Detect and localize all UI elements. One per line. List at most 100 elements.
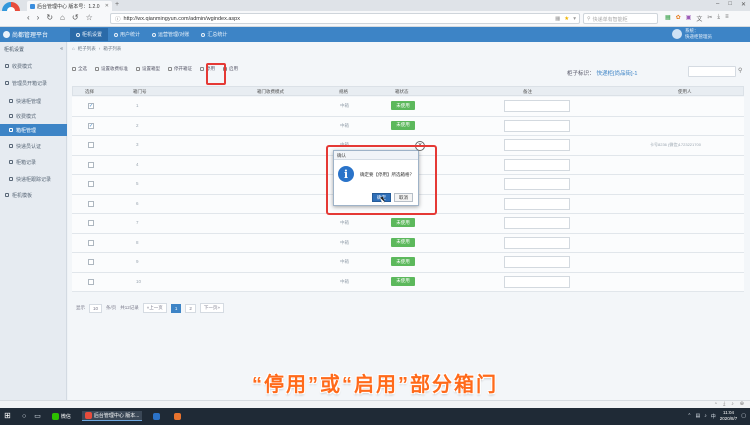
sidebar-item-tracking-records[interactable]: 快递柜跟踪记录 — [0, 173, 67, 185]
row-checkbox[interactable]: ✓ — [88, 122, 94, 129]
apps-grid-icon[interactable]: ▦ — [665, 14, 671, 23]
sidebar-header[interactable]: 柜机设置 « — [0, 44, 67, 54]
remark-input[interactable] — [504, 236, 570, 249]
remark-input[interactable] — [504, 119, 570, 132]
status-speed-icon[interactable]: ◔ — [714, 401, 717, 407]
taskbar-app-wechat[interactable]: 微信 — [49, 412, 74, 421]
sidebar-item-admin-open-log[interactable]: 管理员开箱记录 — [0, 77, 67, 89]
reload-icon[interactable]: ↻ — [46, 13, 53, 22]
menu-icon[interactable]: ≡ — [725, 14, 729, 23]
row-checkbox[interactable]: ✓ — [88, 103, 94, 109]
taskbar-app-browser[interactable]: 后台管理中心 版本... — [81, 411, 143, 421]
row-checkbox[interactable] — [88, 200, 94, 207]
translate-icon[interactable]: 文 — [696, 14, 702, 23]
tab-cabinet-settings[interactable]: 柜机设置 — [70, 28, 109, 41]
status-badge[interactable]: 未使用 — [391, 218, 415, 227]
next-page-button[interactable]: 下一页» — [199, 303, 224, 313]
status-badge[interactable]: 未使用 — [391, 237, 415, 247]
row-checkbox[interactable] — [88, 259, 94, 265]
sidebar-item-express-cabinet[interactable]: 快递柜管理 — [0, 95, 67, 107]
prev-page-button[interactable]: «上一页 — [142, 303, 167, 313]
task-search-icon[interactable]: ○ — [22, 413, 26, 420]
user-area[interactable]: 系统： 快递柜管理员 — [672, 28, 712, 40]
remark-input[interactable] — [504, 275, 570, 288]
row-checkbox[interactable] — [88, 278, 94, 285]
remark-input[interactable] — [504, 256, 570, 268]
select-all-button[interactable]: 全选 — [72, 66, 87, 72]
search-icon[interactable]: ⚲ — [738, 67, 742, 74]
forward-icon[interactable]: › — [37, 13, 40, 22]
row-checkbox[interactable] — [88, 142, 94, 148]
tab-close-icon[interactable]: ✕ — [105, 3, 109, 9]
cut-icon[interactable]: ✂ — [707, 14, 712, 23]
window-minimize-button[interactable]: – — [716, 1, 719, 8]
restore-tab-icon[interactable]: ↺ — [72, 13, 79, 22]
sidebar-item-charge-mode[interactable]: 收费模式 — [0, 110, 67, 122]
remark-input[interactable] — [504, 139, 570, 151]
item-icon — [9, 160, 13, 164]
status-sound-icon[interactable]: ♪ — [731, 401, 734, 407]
taskbar-app-illustrator[interactable] — [171, 412, 184, 421]
tray-expand-icon[interactable]: ⌃ — [687, 413, 691, 419]
filter-input[interactable] — [688, 66, 736, 77]
status-badge[interactable]: 未使用 — [391, 276, 415, 286]
tab-summary[interactable]: 汇总统计 — [195, 28, 233, 41]
dropdown-icon[interactable]: ▾ — [573, 16, 576, 22]
status-badge[interactable]: 未使用 — [391, 120, 415, 130]
game-icon[interactable]: ▣ — [686, 14, 692, 23]
status-badge[interactable]: 未使用 — [391, 101, 415, 110]
cabinet-value[interactable]: 快递柜[尚品街]-1 — [597, 69, 638, 77]
extension-icon[interactable]: ✿ — [676, 14, 681, 23]
tab-operations[interactable]: 运营管理/对账 — [146, 28, 195, 41]
back-icon[interactable]: ‹ — [27, 13, 30, 22]
page-1-button[interactable]: 1 — [170, 303, 182, 313]
address-bar[interactable]: ⓘ http://wx.qianmingyun.com/admin/wginde… — [110, 13, 580, 24]
stop-open-card-button[interactable]: 停开箱证 — [168, 66, 192, 72]
bookmark-star-icon[interactable]: ★ — [564, 16, 569, 22]
input-method-icon[interactable]: 中 — [711, 413, 716, 420]
breadcrumb-cabinet-list[interactable]: 柜子列表 — [78, 46, 96, 52]
sidebar-collapse-icon[interactable]: « — [60, 46, 63, 52]
taskbar-app-photoshop[interactable] — [150, 412, 163, 421]
browser-search-box[interactable]: ⚲ 快递单有智能柜 — [583, 13, 658, 24]
row-checkbox[interactable] — [88, 239, 94, 246]
network-icon[interactable]: ▤ — [695, 413, 700, 419]
task-view-icon[interactable]: ▭ — [34, 412, 41, 420]
volume-icon[interactable]: ♪ — [704, 413, 707, 419]
favorites-icon[interactable]: ☆ — [86, 13, 93, 22]
status-zoom-icon[interactable]: ⊕ — [740, 401, 744, 407]
download-icon[interactable]: ⤓ — [717, 14, 720, 23]
reader-icon[interactable]: ▦ — [555, 16, 560, 22]
sidebar-item-fee-mode[interactable]: 收费模式 — [0, 60, 67, 72]
status-badge[interactable]: 未使用 — [391, 257, 415, 266]
remark-input[interactable] — [504, 158, 570, 171]
sidebar-item-courier-auth[interactable]: 快递员认证 — [0, 140, 67, 152]
remark-input[interactable] — [504, 217, 570, 229]
remark-input[interactable] — [504, 197, 570, 210]
window-maximize-button[interactable]: □ — [728, 1, 732, 8]
browser-tab[interactable]: 后台管理中心 版本号：1.2.0 ✕ — [27, 1, 112, 11]
status-download-icon[interactable]: ⤓ — [723, 401, 725, 407]
row-checkbox[interactable] — [88, 161, 94, 168]
sidebar-item-box-management[interactable]: 箱柜管理 — [0, 124, 67, 136]
set-fee-button[interactable]: 设置收费标准 — [95, 66, 128, 72]
site-info-icon[interactable]: ⓘ — [115, 15, 121, 23]
home-icon[interactable]: ⌂ — [60, 13, 65, 22]
tab-user-stats[interactable]: 用户统计 — [108, 28, 146, 41]
page-size-select[interactable]: 10 — [89, 303, 103, 313]
clock[interactable]: 11:04 2020/8/7 — [720, 410, 738, 422]
remark-input[interactable] — [504, 100, 570, 112]
sidebar-item-box-records[interactable]: 柜箱记录 — [0, 156, 67, 168]
breadcrumb-home-icon[interactable]: ⌂ — [72, 46, 75, 52]
notification-icon[interactable]: ▢ — [741, 413, 746, 419]
sidebar-item-cabinet-template[interactable]: 柜机模板 — [0, 189, 67, 201]
row-checkbox[interactable] — [88, 181, 94, 187]
page-2-button[interactable]: 2 — [185, 303, 196, 313]
row-checkbox[interactable] — [88, 220, 94, 226]
avatar[interactable] — [672, 29, 682, 39]
new-tab-button[interactable]: + — [115, 1, 119, 8]
set-box-type-button[interactable]: 设置箱型 — [136, 66, 160, 72]
remark-input[interactable] — [504, 178, 570, 190]
window-close-button[interactable]: ✕ — [741, 1, 746, 8]
windows-start-icon[interactable]: ⊞ — [4, 411, 11, 420]
